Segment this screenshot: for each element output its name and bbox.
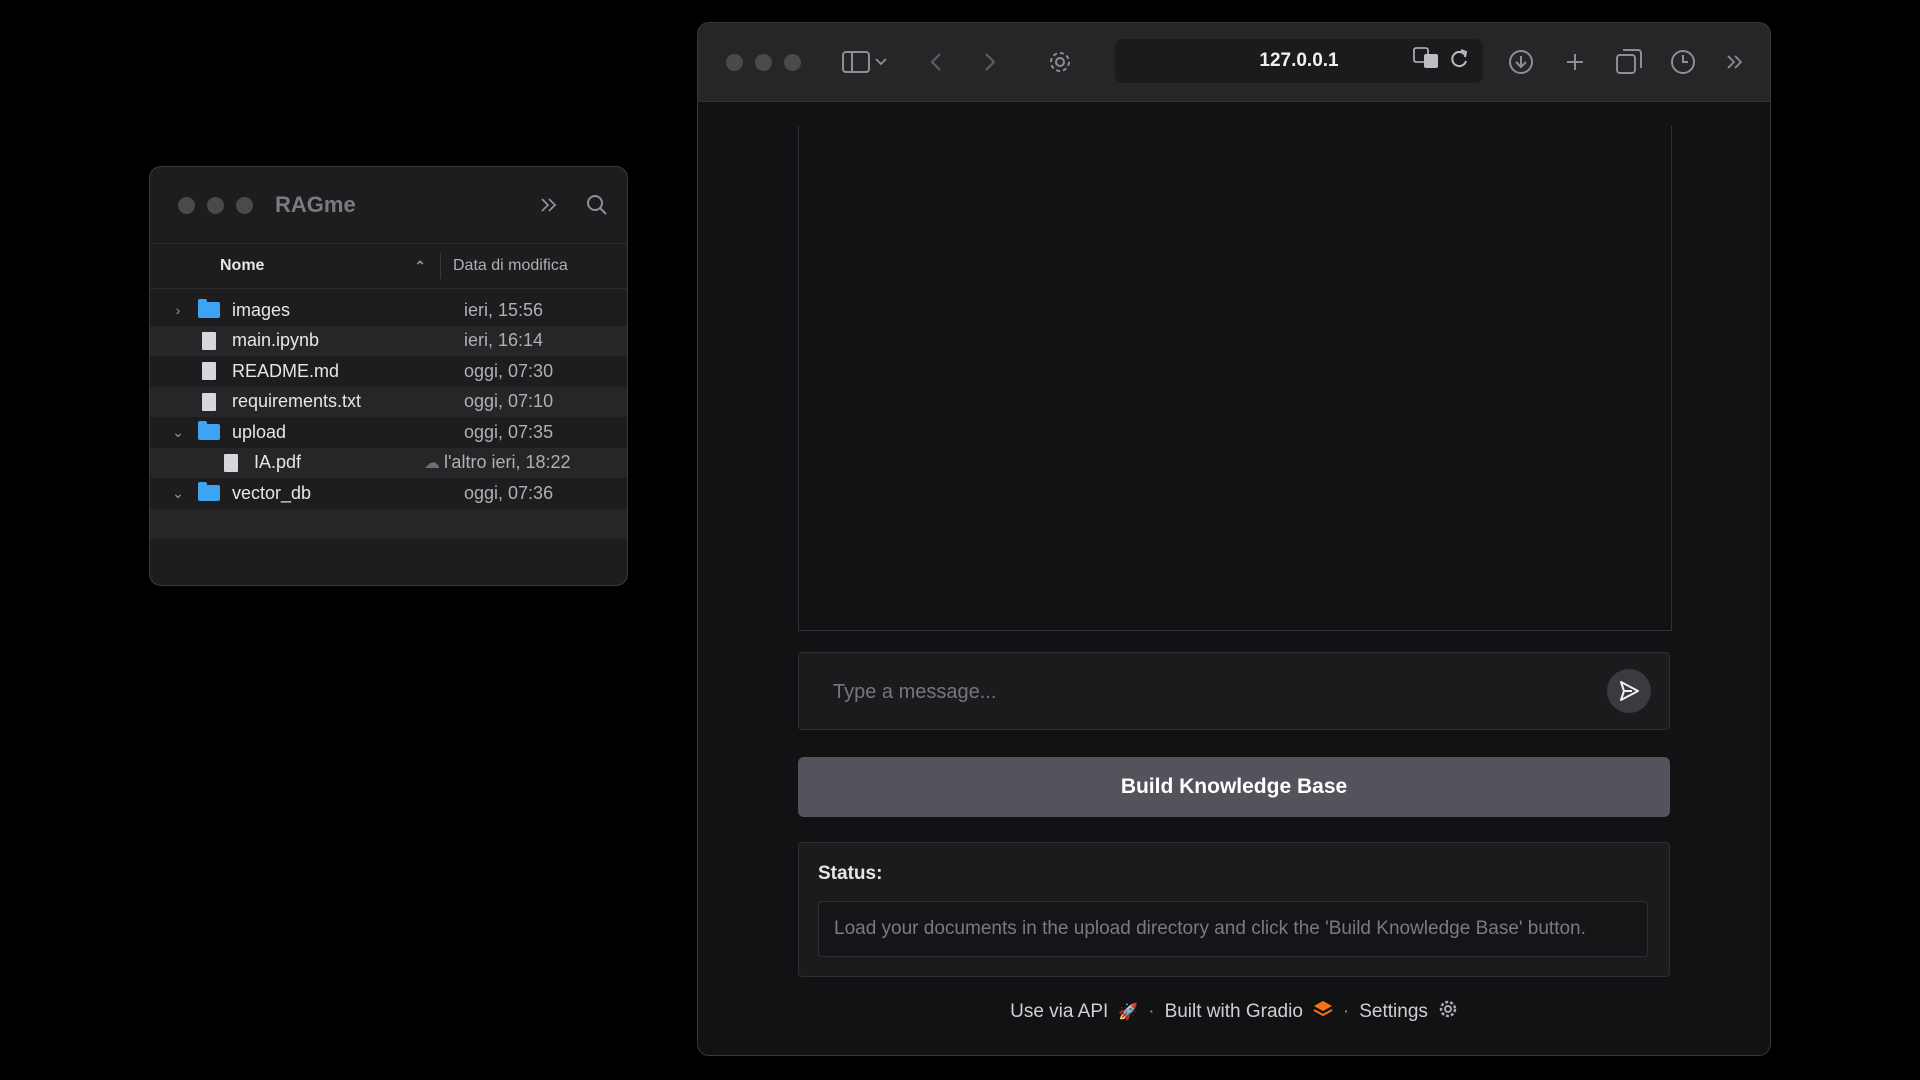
file-name: upload xyxy=(232,421,287,442)
document-icon xyxy=(198,392,220,411)
file-name: requirements.txt xyxy=(232,391,362,412)
document-icon xyxy=(198,331,220,350)
list-item[interactable]: requirements.txt oggi, 07:10 xyxy=(150,386,627,417)
folder-icon xyxy=(198,299,220,319)
column-header: Nome ⌃ Data di modifica xyxy=(150,244,627,289)
browser-window: 127.0.0.1 Type a message... Build Knowle… xyxy=(697,22,1771,1056)
use-via-api-link[interactable]: Use via API xyxy=(1010,1001,1108,1023)
list-item[interactable]: main.ipynb ieri, 16:14 xyxy=(150,325,627,356)
document-icon xyxy=(198,362,220,381)
build-knowledge-base-button[interactable]: Build Knowledge Base xyxy=(798,757,1670,817)
folder-icon xyxy=(198,421,220,441)
history-icon[interactable] xyxy=(1668,47,1698,77)
file-name: README.md xyxy=(232,360,340,381)
status-textbox[interactable]: Load your documents in the upload direct… xyxy=(818,901,1648,957)
close-window-button[interactable] xyxy=(178,196,195,214)
disclosure-expanded-icon[interactable]: ⌄ xyxy=(168,485,188,502)
file-name: main.ipynb xyxy=(232,330,320,351)
file-date: ieri, 16:14 xyxy=(464,330,544,351)
settings-link[interactable]: Settings xyxy=(1359,1001,1428,1023)
list-item[interactable]: ⌄ upload oggi, 07:35 xyxy=(150,417,627,448)
gear-icon[interactable] xyxy=(1045,47,1075,77)
file-name: images xyxy=(232,299,291,320)
translate-icon[interactable] xyxy=(1413,47,1439,75)
file-date: oggi, 07:30 xyxy=(464,360,554,381)
more-toolbar-icon[interactable] xyxy=(539,196,559,214)
file-list: › images ieri, 15:56 main.ipynb ieri, 16… xyxy=(150,289,627,539)
file-date: ieri, 15:56 xyxy=(464,299,544,320)
message-input[interactable] xyxy=(831,671,1595,713)
gear-icon xyxy=(1438,999,1458,1025)
message-input-container xyxy=(798,652,1670,730)
minimize-window-button[interactable] xyxy=(207,196,224,214)
send-button[interactable] xyxy=(1607,669,1651,713)
built-with-gradio-link[interactable]: Built with Gradio xyxy=(1165,1001,1303,1023)
footer-separator: · xyxy=(1342,1001,1350,1022)
download-icon[interactable] xyxy=(1506,47,1536,77)
finder-toolbar: RAGme xyxy=(150,167,627,244)
more-toolbar-icon[interactable] xyxy=(1720,47,1750,77)
chevron-down-icon[interactable] xyxy=(871,47,891,77)
reload-icon[interactable] xyxy=(1449,47,1469,75)
window-controls xyxy=(726,53,801,71)
pdf-document-icon xyxy=(220,453,242,472)
forward-icon[interactable] xyxy=(975,47,1005,77)
browser-toolbar: 127.0.0.1 xyxy=(698,23,1770,102)
footer-separator: · xyxy=(1148,1001,1155,1022)
send-icon xyxy=(1620,681,1639,701)
zoom-window-button[interactable] xyxy=(236,196,253,214)
list-item[interactable]: ⌄ vector_db oggi, 07:36 xyxy=(150,478,627,509)
rocket-icon: 🚀 xyxy=(1118,1004,1139,1021)
status-panel: Status: Load your documents in the uploa… xyxy=(798,842,1670,977)
new-tab-icon[interactable] xyxy=(1560,47,1590,77)
list-item[interactable]: IA.pdf ☁ l'altro ieri, 18:22 xyxy=(150,447,627,478)
disclosure-expanded-icon[interactable]: ⌄ xyxy=(168,424,188,441)
sort-ascending-icon: ⌃ xyxy=(414,257,426,274)
file-date: oggi, 07:35 xyxy=(464,421,554,442)
file-date: oggi, 07:10 xyxy=(464,391,554,412)
minimize-window-button[interactable] xyxy=(755,53,772,71)
column-modified-header[interactable]: Data di modifica xyxy=(441,257,568,275)
footer: Use via API 🚀 · Built with Gradio · Sett… xyxy=(698,999,1770,1025)
column-name-header[interactable]: Nome ⌃ xyxy=(150,257,440,275)
file-date: oggi, 07:36 xyxy=(464,482,554,503)
list-item[interactable]: README.md oggi, 07:30 xyxy=(150,356,627,387)
window-controls xyxy=(178,196,253,214)
sidebar-icon[interactable] xyxy=(841,47,871,77)
column-name-label: Nome xyxy=(220,257,265,274)
empty-row xyxy=(150,508,627,539)
url-text: 127.0.0.1 xyxy=(1259,50,1339,71)
cloud-icon: ☁ xyxy=(424,454,440,472)
page-content: Build Knowledge Base Status: Load your d… xyxy=(698,102,1770,1055)
gradio-logo-icon xyxy=(1313,1000,1333,1024)
tab-overview-icon[interactable] xyxy=(1614,47,1644,77)
search-icon[interactable] xyxy=(585,193,609,217)
zoom-window-button[interactable] xyxy=(784,53,801,71)
disclosure-collapsed-icon[interactable]: › xyxy=(168,302,188,318)
chatbot-panel[interactable] xyxy=(798,126,1672,631)
list-item[interactable]: › images ieri, 15:56 xyxy=(150,295,627,326)
file-name: vector_db xyxy=(232,482,312,503)
status-label: Status: xyxy=(818,863,883,884)
finder-window: RAGme Nome ⌃ Data di modifica › images i… xyxy=(149,166,628,586)
file-date: l'altro ieri, 18:22 xyxy=(444,452,571,473)
finder-title: RAGme xyxy=(275,192,356,217)
folder-icon xyxy=(198,482,220,502)
close-window-button[interactable] xyxy=(726,53,743,71)
back-icon[interactable] xyxy=(921,47,951,77)
address-bar[interactable]: 127.0.0.1 xyxy=(1115,39,1483,83)
file-name: IA.pdf xyxy=(254,452,302,473)
